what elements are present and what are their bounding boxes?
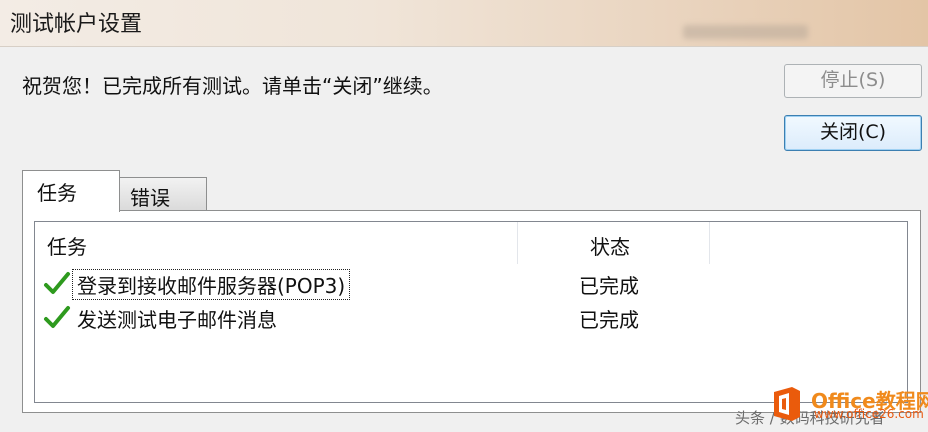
stop-button[interactable]: 停止(S)	[784, 64, 922, 98]
column-header-task[interactable]: 任务	[47, 231, 87, 260]
watermark: 头条 / 数码科技研究者 Office教程网 www.office26.com	[735, 385, 928, 431]
completion-message: 祝贺您！已完成所有测试。请单击“关闭”继续。	[22, 74, 443, 98]
task-name: 发送测试电子邮件消息	[77, 308, 277, 332]
window-title: 测试帐户设置	[10, 12, 143, 37]
list-row[interactable]: 登录到接收邮件服务器(POP3) 已完成	[35, 267, 907, 301]
column-header-status[interactable]: 状态	[590, 231, 630, 260]
checkmark-icon	[44, 306, 70, 328]
task-status: 已完成	[579, 274, 639, 298]
blurred-title-area	[683, 25, 808, 39]
checkmark-icon	[44, 272, 70, 294]
office-logo-icon	[774, 387, 800, 421]
task-list[interactable]: 任务 状态 登录到接收邮件服务器(POP3) 已完成 发送测试电子邮件消息 已完…	[34, 221, 908, 403]
watermark-url: www.office26.com	[814, 407, 924, 421]
task-name: 登录到接收邮件服务器(POP3)	[71, 269, 351, 300]
tab-errors[interactable]: 错误	[119, 177, 207, 211]
list-header: 任务 状态	[35, 222, 907, 264]
list-row[interactable]: 发送测试电子邮件消息 已完成	[35, 301, 907, 335]
column-divider[interactable]	[517, 222, 518, 264]
tab-tasks[interactable]: 任务	[22, 170, 120, 212]
tab-panel: 任务 状态 登录到接收邮件服务器(POP3) 已完成 发送测试电子邮件消息 已完…	[22, 210, 921, 413]
task-status: 已完成	[579, 308, 639, 332]
close-button[interactable]: 关闭(C)	[784, 115, 922, 151]
column-divider[interactable]	[709, 222, 710, 264]
title-bar: 测试帐户设置	[0, 0, 928, 46]
